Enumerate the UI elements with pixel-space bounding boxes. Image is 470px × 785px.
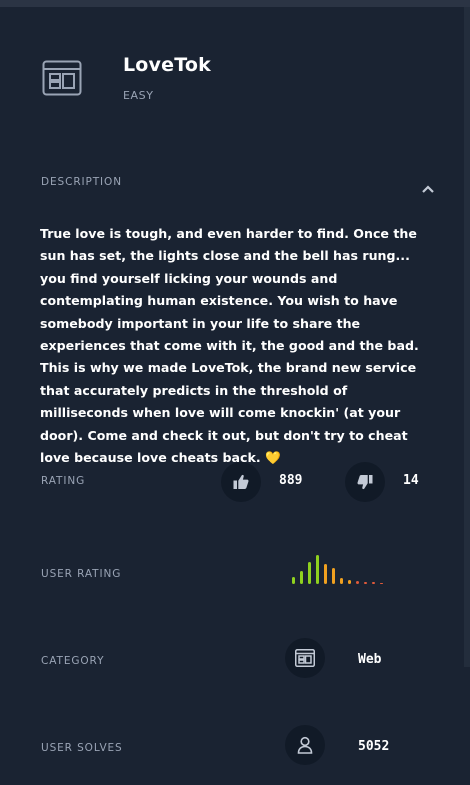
heart-emoji: 💛 <box>265 450 281 466</box>
description-label: DESCRIPTION <box>41 176 122 188</box>
thumbs-up-icon <box>233 474 249 489</box>
rating-bar <box>348 580 351 584</box>
web-window-icon <box>295 649 315 667</box>
user-solves-label: USER SOLVES <box>41 742 123 754</box>
category-icon-badge <box>285 638 325 678</box>
rating-bar <box>356 581 359 584</box>
rating-bar <box>324 564 327 584</box>
thumbs-up-button[interactable] <box>221 462 261 502</box>
likes-count: 889 <box>279 473 303 488</box>
user-icon-badge <box>285 725 325 765</box>
rating-bar <box>300 570 303 584</box>
rating-bar <box>292 576 295 584</box>
web-window-icon <box>42 60 82 96</box>
dislikes-count: 14 <box>403 473 419 488</box>
rating-bar <box>316 554 319 584</box>
difficulty-badge: EASY <box>123 89 154 102</box>
user-icon <box>297 736 313 754</box>
user-rating-label: USER RATING <box>41 568 122 580</box>
description-body: True love is tough, and even harder to f… <box>40 226 419 466</box>
thumbs-down-icon <box>357 475 373 490</box>
top-bar <box>0 0 470 7</box>
rating-bar <box>308 561 311 584</box>
rating-bar <box>340 578 343 584</box>
category-label: CATEGORY <box>41 655 105 667</box>
description-text: True love is tough, and even harder to f… <box>40 223 426 469</box>
rating-bar <box>332 568 335 584</box>
user-rating-chart <box>290 548 400 584</box>
rating-bar <box>364 582 367 584</box>
rating-bar <box>380 582 383 584</box>
challenge-panel: LoveTok EASY DESCRIPTION True love is to… <box>0 7 464 785</box>
chevron-up-icon[interactable] <box>420 181 436 195</box>
rating-bar <box>372 582 375 584</box>
challenge-title: LoveTok <box>123 54 211 76</box>
thumbs-down-button[interactable] <box>345 462 385 502</box>
category-value: Web <box>358 652 382 667</box>
rating-label: RATING <box>41 475 86 487</box>
scrollbar[interactable] <box>464 7 470 667</box>
user-solves-count: 5052 <box>358 739 390 754</box>
